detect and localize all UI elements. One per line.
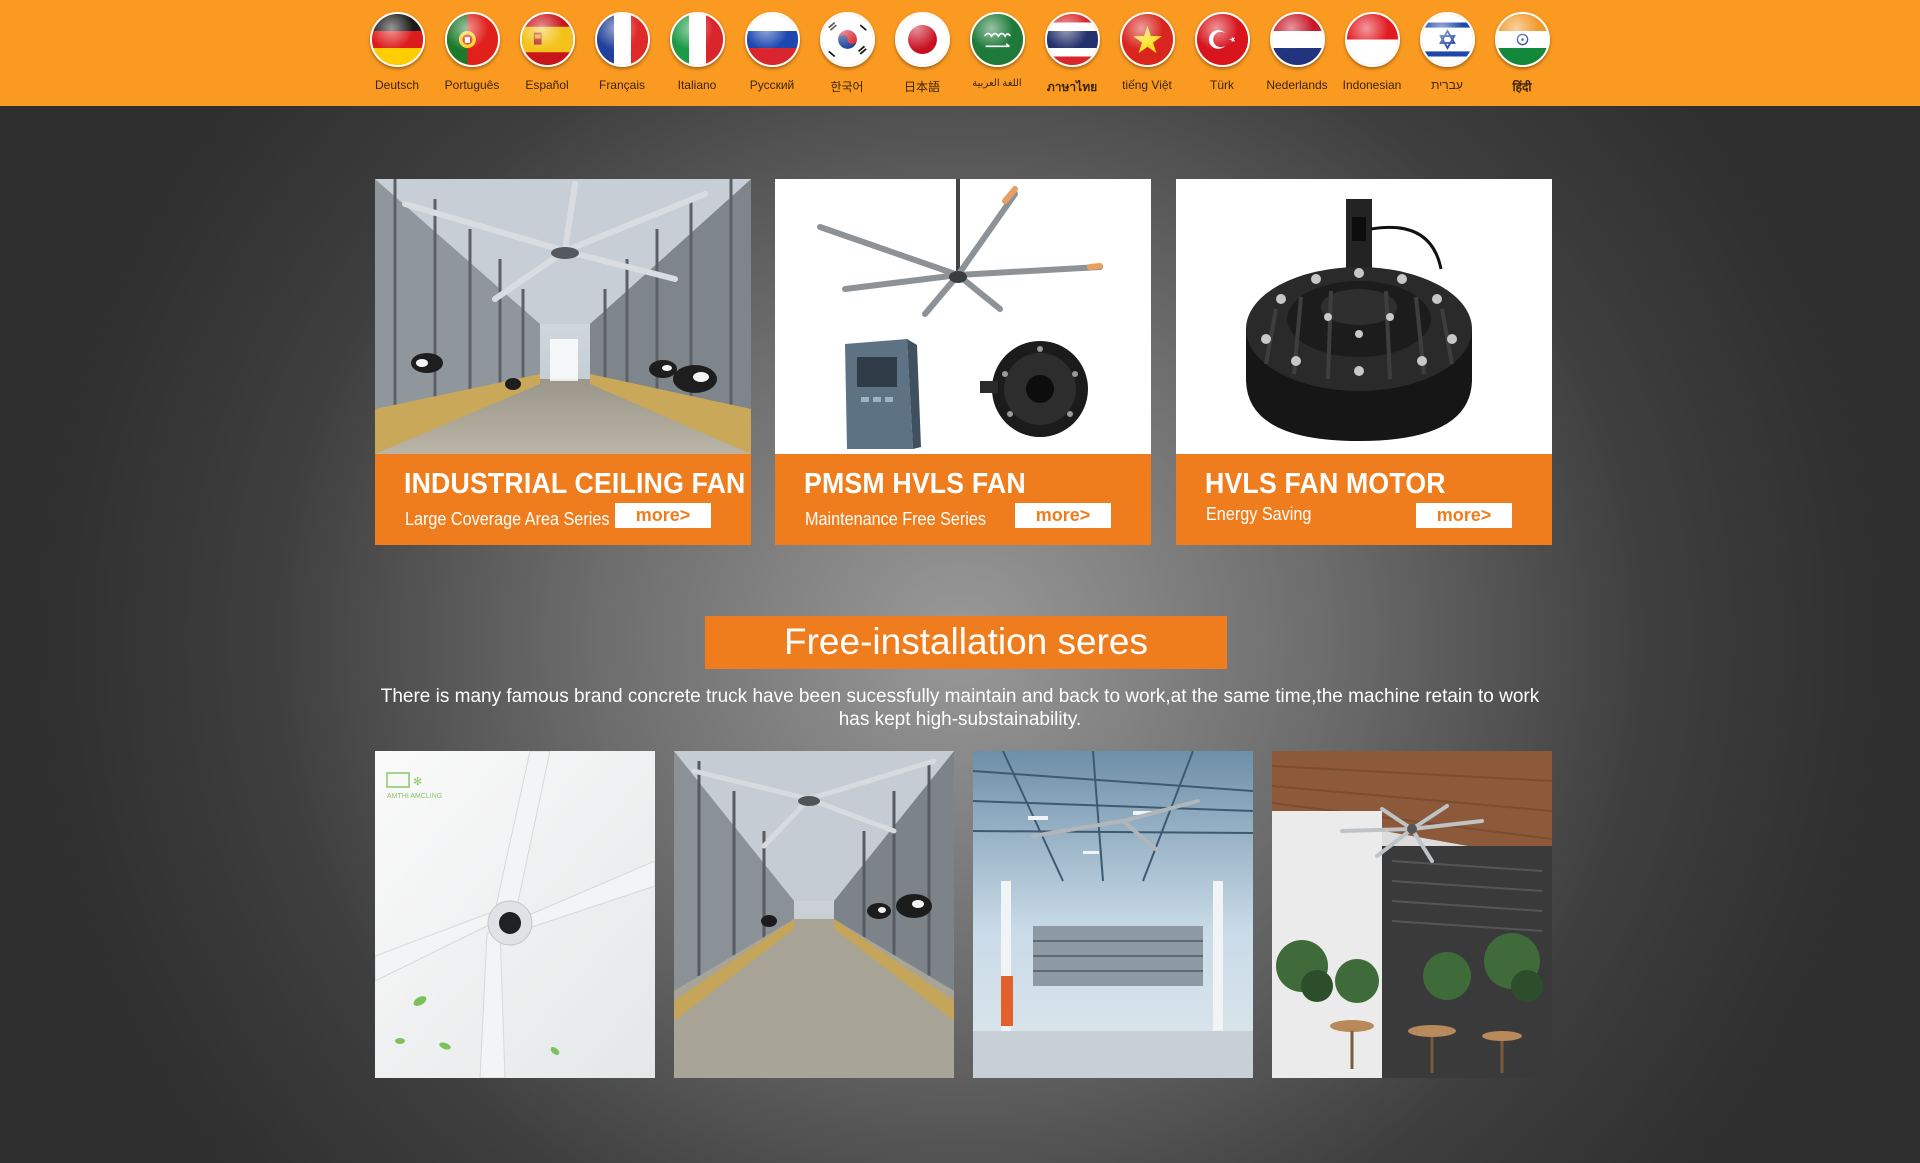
italy-flag-icon	[669, 12, 725, 67]
white-fan-closeup-image[interactable]: ✻ AMTHI AMCLING	[375, 751, 655, 1078]
language-label: Indonesian	[1342, 78, 1402, 92]
turkey-flag-icon	[1194, 12, 1250, 67]
language-label: Italiano	[677, 78, 717, 92]
language-option-turkish[interactable]: Türk	[1182, 12, 1262, 102]
section-title: Free-installation seres	[705, 616, 1227, 669]
japan-flag-icon	[894, 12, 950, 67]
more-button[interactable]: more>	[1416, 503, 1512, 528]
card-title: HVLS FAN MOTOR	[1205, 468, 1446, 500]
card-caption: INDUSTRIAL CEILING FAN Large Coverage Ar…	[375, 454, 751, 545]
restaurant-fan-image[interactable]	[1272, 751, 1552, 1078]
section-description: There is many famous brand concrete truc…	[380, 686, 1540, 730]
language-bar: Deutsch Português Español Français Itali…	[0, 0, 1920, 106]
product-card-pmsm-hvls-fan[interactable]: PMSM HVLS FAN Maintenance Free Series mo…	[775, 179, 1151, 545]
language-option-korean[interactable]: 한국어	[807, 12, 887, 102]
language-option-espanol[interactable]: Español	[507, 12, 587, 102]
barn-ceiling-fan-image	[375, 179, 751, 454]
language-label: Português	[444, 78, 500, 92]
language-option-indonesian[interactable]: Indonesian	[1332, 12, 1412, 102]
language-option-portugues[interactable]: Português	[432, 12, 512, 102]
language-option-hindi[interactable]: हिंदी	[1482, 12, 1562, 102]
france-flag-icon	[594, 12, 650, 67]
language-option-thai[interactable]: ภาษาไทย	[1032, 12, 1112, 102]
card-title: PMSM HVLS FAN	[804, 468, 1026, 500]
card-subtitle: Maintenance Free Series	[805, 509, 986, 529]
language-label: 日本語	[903, 80, 940, 94]
india-flag-icon	[1494, 12, 1550, 67]
more-button[interactable]: more>	[615, 503, 711, 528]
language-option-arabic[interactable]: اللغة العربية	[957, 12, 1037, 102]
warehouse-fan-image[interactable]	[973, 751, 1253, 1078]
spain-flag-icon	[519, 12, 575, 67]
language-label: עִברִית	[1431, 78, 1463, 92]
netherlands-flag-icon	[1269, 12, 1325, 67]
language-label: Español	[525, 78, 569, 92]
fan-motor-image	[1176, 179, 1552, 454]
hvls-fan-controller-motor-image	[775, 179, 1151, 454]
language-label: Türk	[1210, 78, 1234, 92]
language-label: हिंदी	[1512, 80, 1532, 94]
indonesia-flag-icon	[1344, 12, 1400, 67]
israel-flag-icon	[1419, 12, 1475, 67]
card-title: INDUSTRIAL CEILING FAN	[404, 468, 746, 500]
svg-text:✻: ✻	[413, 776, 422, 788]
product-card-industrial-ceiling-fan[interactable]: INDUSTRIAL CEILING FAN Large Coverage Ar…	[375, 179, 751, 545]
language-label: Русский	[749, 78, 795, 92]
language-label: Nederlands	[1266, 78, 1328, 92]
language-label: Français	[598, 78, 645, 92]
korea-flag-icon	[819, 12, 875, 67]
saudi-arabia-flag-icon	[969, 12, 1025, 67]
product-card-hvls-fan-motor[interactable]: HVLS FAN MOTOR Energy Saving more>	[1176, 179, 1552, 545]
language-label: tiếng Việt	[1122, 78, 1172, 92]
germany-flag-icon	[369, 12, 425, 67]
language-option-nederlands[interactable]: Nederlands	[1257, 12, 1337, 102]
language-option-hebrew[interactable]: עִברִית	[1407, 12, 1487, 102]
more-button[interactable]: more>	[1015, 503, 1111, 528]
language-option-japanese[interactable]: 日本語	[882, 12, 962, 102]
barn-fan-image[interactable]	[674, 751, 954, 1078]
language-option-francais[interactable]: Français	[582, 12, 662, 102]
card-caption: HVLS FAN MOTOR Energy Saving more>	[1176, 454, 1552, 545]
russia-flag-icon	[744, 12, 800, 67]
language-label: اللغة العربية	[972, 78, 1022, 89]
vietnam-flag-icon	[1119, 12, 1175, 67]
language-option-vietnamese[interactable]: tiếng Việt	[1107, 12, 1187, 102]
language-option-deutsch[interactable]: Deutsch	[357, 12, 437, 102]
language-label: ภาษาไทย	[1046, 80, 1098, 94]
card-subtitle: Large Coverage Area Series	[405, 509, 610, 529]
thailand-flag-icon	[1044, 12, 1100, 67]
gallery-logo-text: AMTHI AMCLING	[387, 793, 442, 800]
card-subtitle: Energy Saving	[1206, 504, 1312, 524]
language-option-italiano[interactable]: Italiano	[657, 12, 737, 102]
language-label: 한국어	[830, 80, 864, 94]
language-label: Deutsch	[374, 78, 420, 92]
card-caption: PMSM HVLS FAN Maintenance Free Series mo…	[775, 454, 1151, 545]
portugal-flag-icon	[444, 12, 500, 67]
language-option-russian[interactable]: Русский	[732, 12, 812, 102]
